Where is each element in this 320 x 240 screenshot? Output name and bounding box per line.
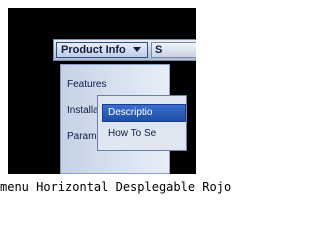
menu-item-label: S xyxy=(155,44,163,56)
menu-bar: Product Info S xyxy=(53,39,196,61)
dropdown-arrow-icon xyxy=(133,47,141,52)
menu-item-product-info[interactable]: Product Info xyxy=(56,42,148,58)
submenu: Descriptio How To Se xyxy=(97,95,187,151)
menu-item-next[interactable]: S xyxy=(151,42,196,58)
dropdown-item-installation[interactable]: Installa xyxy=(67,105,99,117)
dropdown-item-features[interactable]: Features xyxy=(67,79,106,91)
submenu-item-how-to[interactable]: How To Se xyxy=(108,128,156,140)
caption-text: menu Horizontal Desplegable Rojo xyxy=(0,180,232,194)
submenu-item-label: Descriptio xyxy=(108,107,153,118)
menu-item-label: Product Info xyxy=(61,44,126,56)
demo-canvas: Product Info S Features Installa Parame … xyxy=(8,8,196,174)
submenu-item-description[interactable]: Descriptio xyxy=(102,104,186,122)
